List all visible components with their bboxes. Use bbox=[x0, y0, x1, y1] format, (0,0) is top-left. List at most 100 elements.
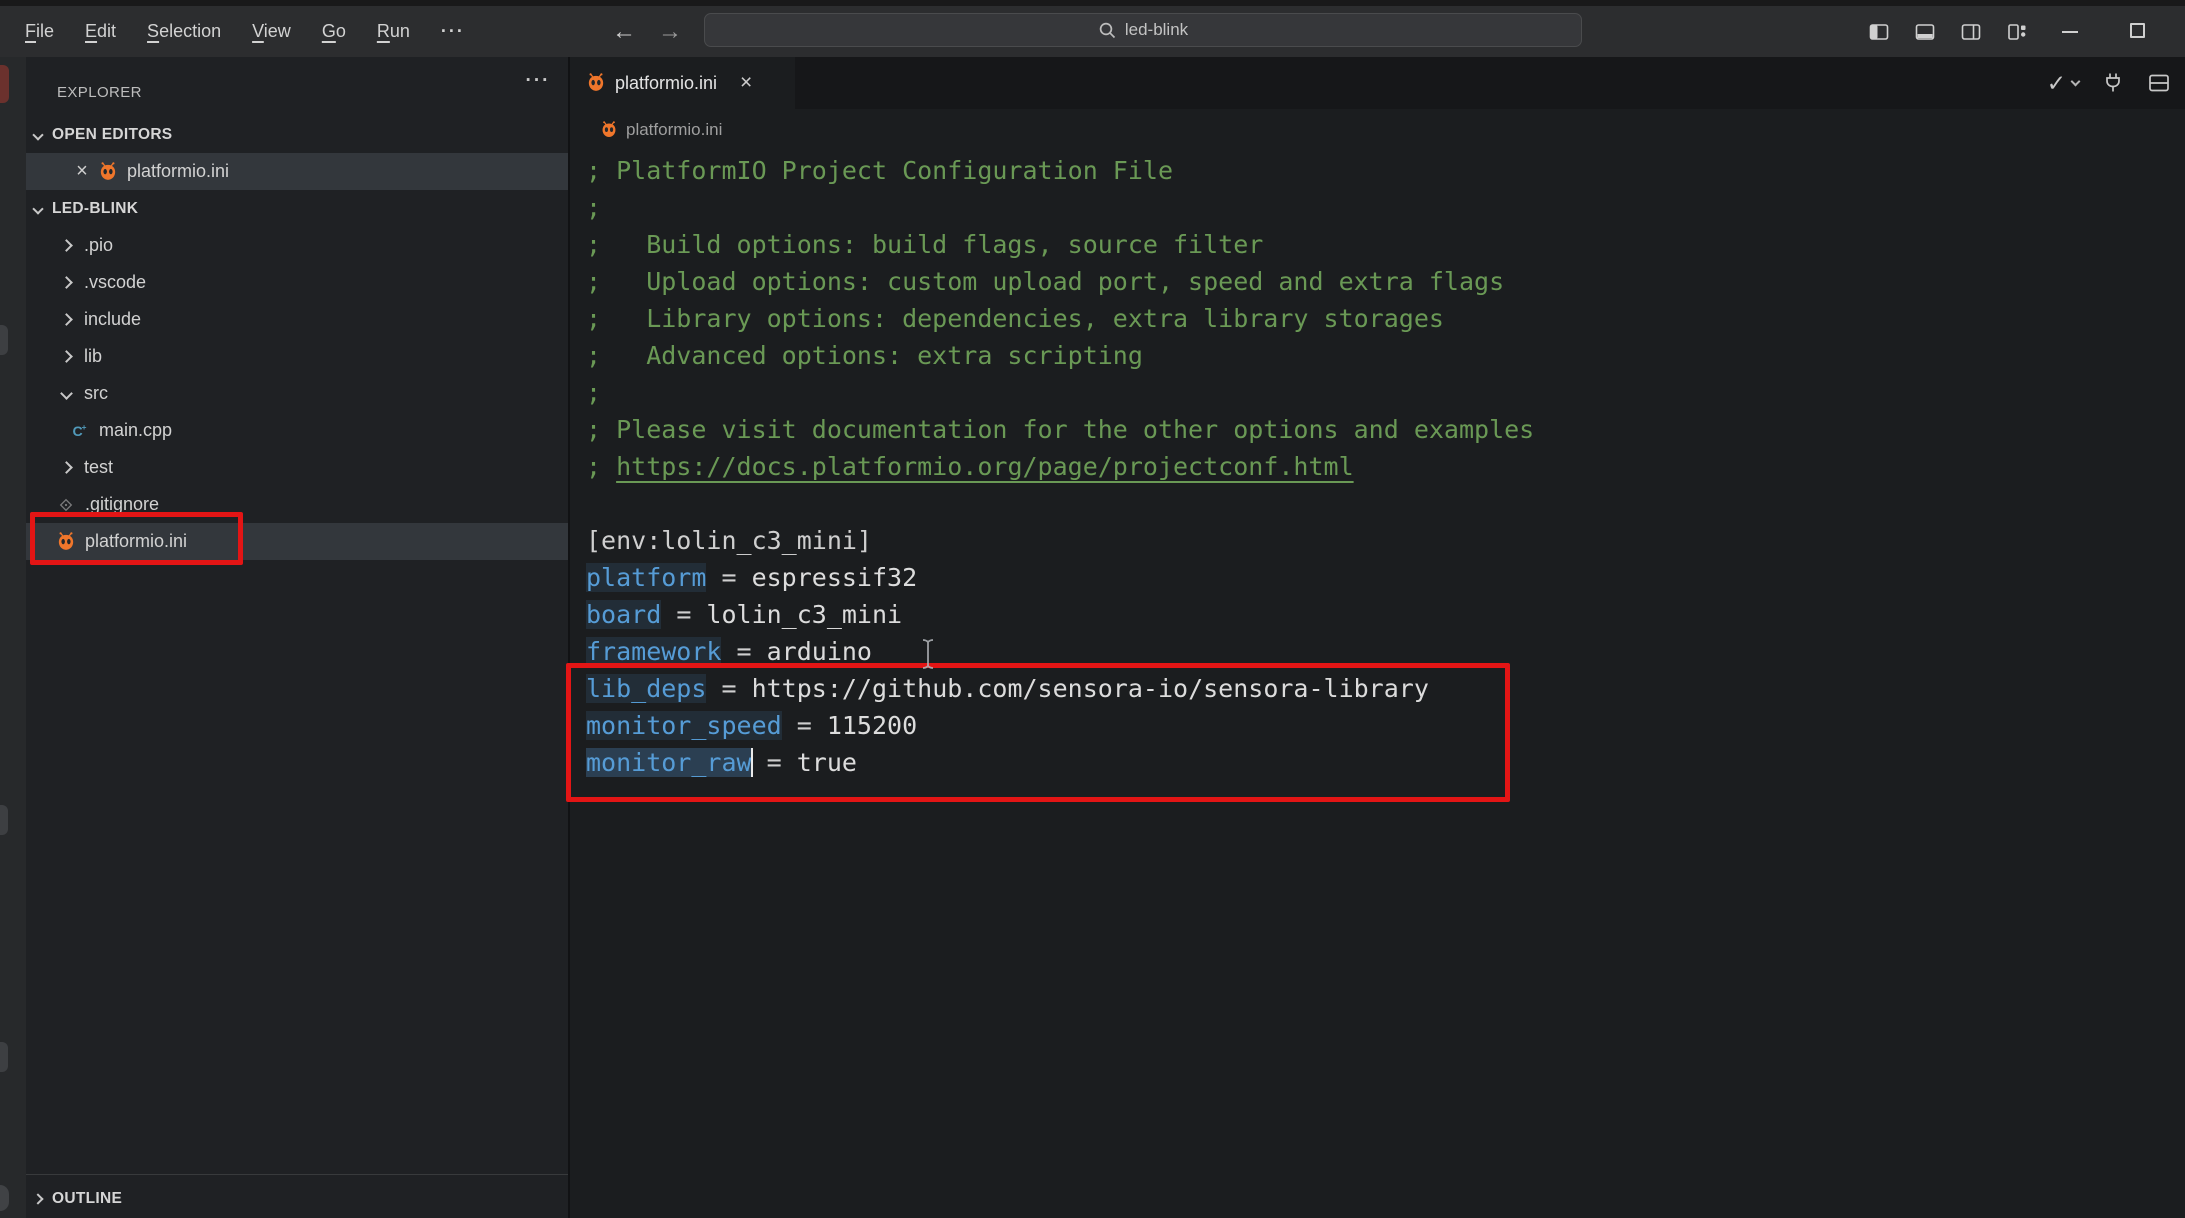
command-center-search[interactable]: led-blink bbox=[704, 13, 1582, 47]
open-editors-header[interactable]: OPEN EDITORS bbox=[26, 116, 568, 153]
code-line-7[interactable]: ; bbox=[570, 374, 2185, 411]
code-token: ; bbox=[586, 378, 602, 407]
customize-layout-icon[interactable] bbox=[2006, 21, 2028, 43]
code-line-12[interactable]: platform = espressif32 bbox=[570, 559, 2185, 596]
folder-label: .pio bbox=[84, 235, 114, 255]
code-token: = bbox=[721, 637, 767, 666]
cpp-icon: C + bbox=[70, 421, 90, 441]
activity-icon-fragment bbox=[0, 1185, 9, 1211]
code-token: ; bbox=[586, 193, 602, 222]
code-line-11[interactable]: [env:lolin_c3_mini] bbox=[570, 522, 2185, 559]
code-line-5[interactable]: ; Library options: dependencies, extra l… bbox=[570, 300, 2185, 337]
code-line-9[interactable]: ; https://docs.platformio.org/page/proje… bbox=[570, 448, 2185, 485]
title-bar: File Edit Selection View Go Run ··· ← → led-bl… bbox=[0, 0, 2185, 57]
code-line-8[interactable]: ; Please visit documentation for the oth… bbox=[570, 411, 2185, 448]
tab-close-icon[interactable]: × bbox=[740, 71, 752, 95]
run-button[interactable]: ✓ bbox=[2047, 70, 2081, 97]
toggle-panel-icon[interactable] bbox=[1914, 21, 1936, 43]
code-token: platform bbox=[586, 563, 707, 592]
chevron-down-icon bbox=[60, 387, 73, 400]
menu-run[interactable]: Run bbox=[377, 21, 410, 42]
code-line-10[interactable] bbox=[570, 485, 2185, 522]
menu-go[interactable]: Go bbox=[322, 21, 346, 42]
outline-header[interactable]: OUTLINE bbox=[26, 1180, 568, 1217]
activity-icon-fragment bbox=[0, 805, 8, 835]
activity-icon-fragment bbox=[0, 1042, 8, 1072]
menu-file[interactable]: File bbox=[25, 21, 54, 42]
explorer-sidebar: EXPLORER ··· OPEN EDITORS × platformio.in… bbox=[26, 57, 568, 1218]
explorer-more-actions-button[interactable]: ··· bbox=[520, 70, 556, 98]
project-root-header[interactable]: LED-BLINK bbox=[26, 190, 568, 227]
menu-view[interactable]: View bbox=[252, 21, 291, 42]
code-token: lolin_c3_mini bbox=[706, 600, 903, 629]
close-editor-icon[interactable]: × bbox=[74, 160, 90, 183]
nav-back-button[interactable]: ← bbox=[612, 18, 636, 46]
editor-group: platformio.ini × ✓ platformio.ini ; Plat bbox=[570, 57, 2185, 1218]
chevron-right-icon bbox=[60, 313, 73, 326]
activity-bar bbox=[0, 57, 26, 1218]
tab-platformio-ini[interactable]: platformio.ini × bbox=[570, 57, 795, 109]
comment-link[interactable]: https://docs.platformio.org/page/project… bbox=[616, 452, 1354, 481]
folder-label: src bbox=[84, 383, 108, 403]
menu-edit[interactable]: Edit bbox=[85, 21, 116, 42]
menu-selection[interactable]: Selection bbox=[147, 21, 221, 42]
toggle-primary-sidebar-icon[interactable] bbox=[1868, 21, 1890, 43]
activity-icon-fragment bbox=[0, 325, 8, 355]
code-line-13[interactable]: board = lolin_c3_mini bbox=[570, 596, 2185, 633]
code-token: framework bbox=[586, 637, 722, 666]
platformio-icon bbox=[600, 121, 618, 139]
menu-more[interactable]: ··· bbox=[441, 21, 465, 42]
folder-label: include bbox=[84, 309, 142, 329]
code-token: ; Build options: build flags, source fil… bbox=[586, 230, 1264, 259]
code-token: = bbox=[661, 600, 707, 629]
serial-monitor-plug-icon[interactable] bbox=[2101, 71, 2125, 95]
platformio-icon bbox=[586, 73, 606, 93]
chevron-right-icon bbox=[60, 350, 73, 363]
minimize-button[interactable] bbox=[2062, 31, 2078, 33]
chevron-right-icon bbox=[60, 461, 73, 474]
tree-item-src[interactable]: src bbox=[26, 375, 568, 412]
vscode-window: File Edit Selection View Go Run ··· ← → led-bl… bbox=[0, 0, 2185, 1218]
toggle-secondary-sidebar-icon[interactable] bbox=[1960, 21, 1982, 43]
outline-divider bbox=[26, 1174, 568, 1175]
open-editor-item-platformio.ini[interactable]: × platformio.ini bbox=[26, 153, 568, 190]
folder-label: .vscode bbox=[84, 272, 147, 292]
code-token: arduino bbox=[766, 637, 872, 666]
open-editor-label: platformio.ini bbox=[127, 161, 230, 181]
code-line-6[interactable]: ; Advanced options: extra scripting bbox=[570, 337, 2185, 374]
search-value: led-blink bbox=[1124, 20, 1189, 39]
code-token: espressif32 bbox=[751, 563, 918, 592]
menu-bar: File Edit Selection View Go Run ··· bbox=[25, 6, 465, 57]
platformio-icon bbox=[98, 161, 118, 182]
maximize-button[interactable] bbox=[2130, 23, 2145, 38]
chevron-down-icon bbox=[32, 128, 44, 141]
code-token: ; bbox=[586, 452, 617, 481]
tree-item-.vscode[interactable]: .vscode bbox=[26, 264, 568, 301]
breadcrumb[interactable]: platformio.ini bbox=[600, 109, 722, 151]
chevron-down-icon bbox=[32, 202, 44, 215]
code-token: = bbox=[706, 563, 752, 592]
tree-item-include[interactable]: include bbox=[26, 301, 568, 338]
tree-item-.pio[interactable]: .pio bbox=[26, 227, 568, 264]
svg-text:+: + bbox=[82, 422, 87, 432]
code-line-3[interactable]: ; Build options: build flags, source fil… bbox=[570, 226, 2185, 263]
code-line-4[interactable]: ; Upload options: custom upload port, sp… bbox=[570, 263, 2185, 300]
annotation-box-config-lines bbox=[566, 663, 1510, 802]
folder-label: lib bbox=[84, 346, 103, 366]
search-icon bbox=[1098, 21, 1117, 40]
code-token: ; Library options: dependencies, extra l… bbox=[586, 304, 1444, 333]
chevron-right-icon bbox=[60, 276, 73, 289]
file-label: main.cpp bbox=[99, 420, 173, 440]
activity-icon-fragment bbox=[0, 65, 9, 103]
code-token: [env:lolin_c3_mini] bbox=[586, 526, 872, 555]
code-line-1[interactable]: ; PlatformIO Project Configuration File bbox=[570, 152, 2185, 189]
nav-forward-button[interactable]: → bbox=[658, 18, 682, 46]
code-token: ; Please visit documentation for the oth… bbox=[586, 415, 1535, 444]
code-token: ; Upload options: custom upload port, sp… bbox=[586, 267, 1505, 296]
tree-item-lib[interactable]: lib bbox=[26, 338, 568, 375]
chevron-right-icon bbox=[32, 1192, 44, 1205]
split-editor-icon[interactable] bbox=[2147, 71, 2171, 95]
tree-item-main.cpp[interactable]: C + main.cpp bbox=[26, 412, 568, 449]
code-line-2[interactable]: ; bbox=[570, 189, 2185, 226]
tree-item-test[interactable]: test bbox=[26, 449, 568, 486]
